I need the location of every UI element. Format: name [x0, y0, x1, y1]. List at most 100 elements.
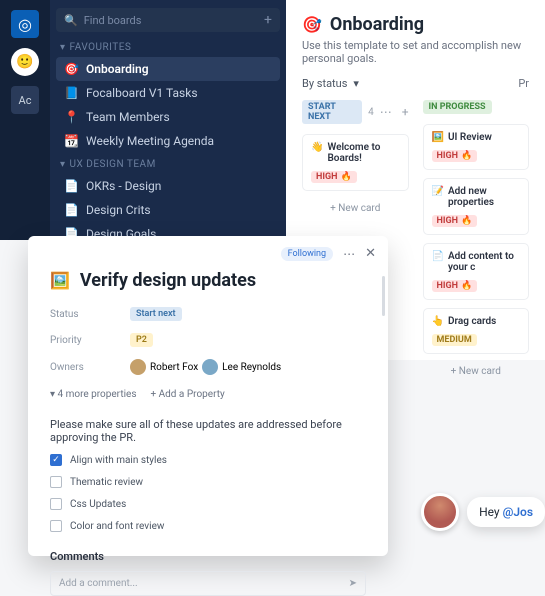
add-property-button[interactable]: + Add a Property — [150, 389, 224, 400]
checkbox-checked-icon[interactable]: ✓ — [50, 454, 62, 466]
card-ui-review[interactable]: 🖼️ UI Review HIGH🔥 — [423, 124, 530, 170]
card-icon: 🖼️ — [432, 132, 444, 143]
sidebar-item-weekly-meeting[interactable]: 📆 Weekly Meeting Agenda — [56, 129, 280, 153]
checkbox-icon[interactable] — [50, 476, 62, 488]
chat-bubble[interactable]: Hey @Jos — [467, 497, 545, 527]
checklist-item[interactable]: Thematic review — [50, 476, 366, 488]
properties-button[interactable]: Pr — [518, 77, 529, 90]
card-modal: Following ⋯ ✕ 🖼️ Verify design updates S… — [28, 236, 388, 556]
new-card-button[interactable]: + New card — [302, 199, 409, 218]
card-icon: 👋 — [311, 142, 323, 153]
card-title: UI Review — [448, 132, 492, 143]
comment-placeholder: Add a comment... — [59, 578, 138, 589]
prop-priority-value[interactable]: P2 — [130, 333, 153, 347]
priority-label: HIGH — [437, 281, 458, 291]
board-title[interactable]: Onboarding — [330, 14, 424, 35]
checkbox-icon[interactable] — [50, 498, 62, 510]
owner-name: Robert Fox — [150, 362, 198, 373]
column-in-progress: IN PROGRESS 🖼️UI Review HIGH🔥 📝Add new p… — [423, 100, 530, 360]
sidebar-item-onboarding[interactable]: 🎯 Onboarding — [56, 57, 280, 81]
checklist-item[interactable]: Color and font review — [50, 520, 366, 532]
card-icon: 📄 — [432, 251, 444, 262]
sidebar-item-label: Focalboard V1 Tasks — [86, 86, 198, 100]
workspace-badge[interactable]: Ac — [11, 86, 39, 114]
app-rail: ◎ 🙂 Ac — [0, 0, 50, 240]
comments-heading: Comments — [50, 550, 366, 563]
avatar — [202, 359, 218, 375]
sidebar-item-label: Onboarding — [86, 62, 149, 76]
card-welcome[interactable]: 👋 Welcome to Boards! HIGH 🔥 — [302, 134, 409, 191]
more-properties-label: 4 more properties — [58, 389, 137, 400]
column-add-icon[interactable]: + — [402, 105, 409, 119]
prop-priority-label: Priority — [50, 335, 130, 346]
search-input[interactable]: 🔍 Find boards + — [56, 8, 280, 32]
doc-icon: 📄 — [64, 179, 78, 193]
close-icon[interactable]: ✕ — [365, 246, 376, 261]
doc-icon: 📄 — [64, 203, 78, 217]
sidebar-item-crits[interactable]: 📄 Design Crits — [56, 198, 280, 222]
checklist-label: Color and font review — [70, 521, 164, 532]
calendar-icon: 📆 — [64, 134, 78, 148]
more-properties-toggle[interactable]: ▾ 4 more properties — [50, 389, 136, 400]
section-favourites[interactable]: ▾ FAVOURITES — [60, 42, 280, 53]
sidebar-item-label: OKRs - Design — [86, 179, 161, 193]
card-title: Welcome to Boards! — [327, 142, 399, 164]
chat-avatar[interactable] — [421, 493, 459, 531]
app-logo[interactable]: ◎ — [11, 10, 39, 38]
checklist-label: Align with main styles — [70, 455, 167, 466]
checklist-label: Thematic review — [70, 477, 143, 488]
card-add-content[interactable]: 📄 Add content to your c HIGH🔥 — [423, 243, 530, 300]
fire-icon: 🔥 — [340, 172, 351, 182]
column-tag[interactable]: START NEXT — [302, 100, 362, 124]
sidebar-item-label: Weekly Meeting Agenda — [86, 134, 214, 148]
prop-status-value[interactable]: Start next — [130, 307, 182, 321]
priority-badge: HIGH🔥 — [432, 215, 478, 227]
card-add-props[interactable]: 📝Add new properties HIGH🔥 — [423, 178, 530, 235]
modal-menu-icon[interactable]: ⋯ — [343, 247, 355, 261]
modal-title[interactable]: Verify design updates — [80, 270, 256, 291]
card-drag-cards[interactable]: 👆 Drag cards MEDIUM — [423, 308, 530, 354]
checklist-item[interactable]: Css Updates — [50, 498, 366, 510]
book-icon: 📘 — [64, 86, 78, 100]
comment-input[interactable]: Add a comment... ➤ — [50, 571, 366, 596]
send-icon[interactable]: ➤ — [349, 578, 357, 589]
column-menu-icon[interactable]: ⋯ — [380, 105, 392, 119]
card-title: Drag cards — [448, 316, 496, 327]
section-label: UX DESIGN TEAM — [70, 159, 156, 170]
priority-label: MEDIUM — [437, 335, 472, 345]
filter-by-status[interactable]: By status — [302, 77, 347, 90]
workspace-avatar[interactable]: 🙂 — [11, 48, 39, 76]
card-title: Add content to your c — [448, 251, 520, 273]
chat-mention: @Jos — [503, 505, 533, 519]
owner-name: Lee Reynolds — [222, 362, 281, 373]
prop-owners-label: Owners — [50, 362, 130, 373]
sidebar-item-team-members[interactable]: 📍 Team Members — [56, 105, 280, 129]
sidebar-item-okrs[interactable]: 📄 OKRs - Design — [56, 174, 280, 198]
new-card-button[interactable]: + New card — [423, 362, 530, 381]
board-subtitle: Use this template to set and accomplish … — [302, 39, 529, 65]
sidebar-item-focalboard[interactable]: 📘 Focalboard V1 Tasks — [56, 81, 280, 105]
priority-badge: HIGH🔥 — [432, 280, 478, 292]
section-ux-team[interactable]: ▾ UX DESIGN TEAM — [60, 159, 280, 170]
pin-icon: 📍 — [64, 110, 78, 124]
column-count: 4 — [368, 107, 374, 118]
column-tag[interactable]: IN PROGRESS — [423, 100, 492, 114]
following-badge[interactable]: Following — [281, 247, 334, 261]
chevron-down-icon: ▾ — [353, 77, 359, 90]
prop-owners-value[interactable]: Robert Fox Lee Reynolds — [130, 359, 366, 375]
fire-icon: 🔥 — [461, 151, 472, 161]
prop-status-label: Status — [50, 309, 130, 320]
card-icon: 👆 — [432, 316, 444, 327]
modal-icon: 🖼️ — [50, 271, 70, 290]
checklist-item[interactable]: ✓ Align with main styles — [50, 454, 366, 466]
priority-label: HIGH — [437, 151, 458, 161]
chevron-down-icon: ▾ — [60, 159, 66, 170]
checkbox-icon[interactable] — [50, 520, 62, 532]
section-label: FAVOURITES — [70, 42, 132, 53]
priority-label: HIGH — [437, 216, 458, 226]
add-board-icon[interactable]: + — [264, 12, 272, 28]
chat-preview: Hey @Jos — [421, 493, 545, 531]
priority-badge: MEDIUM — [432, 334, 477, 346]
modal-body-text: Please make sure all of these updates ar… — [50, 418, 366, 444]
card-title: Add new properties — [448, 186, 520, 208]
